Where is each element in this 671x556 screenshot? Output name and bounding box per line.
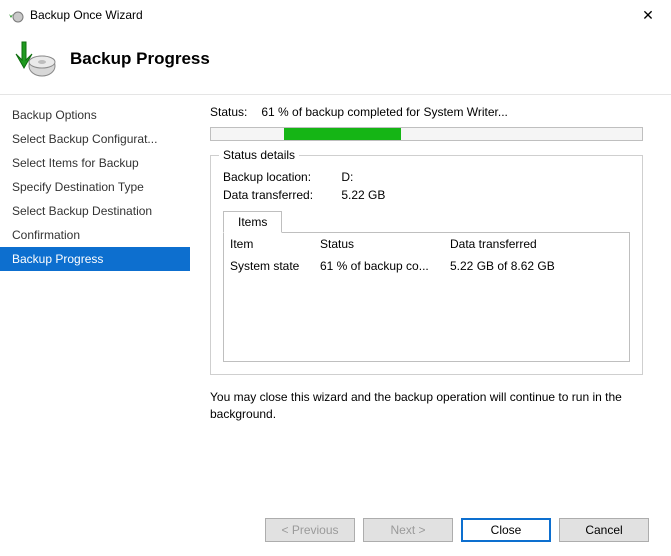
page-title: Backup Progress <box>70 49 210 69</box>
data-transferred-value: 5.22 GB <box>341 188 385 202</box>
cancel-button[interactable]: Cancel <box>559 518 649 542</box>
col-data-transferred: Data transferred <box>450 237 623 251</box>
backup-location-label: Backup location: <box>223 170 338 184</box>
cell-status: 61 % of backup co... <box>320 259 450 273</box>
col-item: Item <box>230 237 320 251</box>
close-button[interactable]: Close <box>461 518 551 542</box>
window-title: Backup Once Wizard <box>30 8 633 22</box>
backup-location-value: D: <box>341 170 353 184</box>
backup-large-icon <box>14 38 56 80</box>
cell-transferred: 5.22 GB of 8.62 GB <box>450 259 623 273</box>
step-select-configuration: Select Backup Configurat... <box>0 127 190 151</box>
step-backup-progress: Backup Progress <box>0 247 190 271</box>
grid-header: Item Status Data transferred <box>224 233 629 255</box>
step-destination-type: Specify Destination Type <box>0 175 190 199</box>
content-pane: Status: 61 % of backup completed for Sys… <box>190 95 671 423</box>
step-confirmation: Confirmation <box>0 223 190 247</box>
status-details-legend: Status details <box>219 148 299 162</box>
tab-items[interactable]: Items <box>223 211 282 233</box>
previous-button: < Previous <box>265 518 355 542</box>
close-icon[interactable]: ✕ <box>633 7 663 24</box>
backup-wizard-icon <box>8 7 24 23</box>
step-select-destination: Select Backup Destination <box>0 199 190 223</box>
cell-item: System state <box>230 259 320 273</box>
status-line: Status: 61 % of backup completed for Sys… <box>210 105 643 119</box>
step-select-items: Select Items for Backup <box>0 151 190 175</box>
progress-bar <box>210 127 643 141</box>
wizard-steps: Backup Options Select Backup Configurat.… <box>0 95 190 423</box>
progress-chunk <box>284 128 400 140</box>
status-text: 61 % of backup completed for System Writ… <box>261 105 508 119</box>
status-label: Status: <box>210 105 258 119</box>
wizard-header: Backup Progress <box>0 30 671 94</box>
status-details-group: Status details Backup location: D: Data … <box>210 155 643 375</box>
step-backup-options: Backup Options <box>0 103 190 127</box>
col-status: Status <box>320 237 450 251</box>
titlebar: Backup Once Wizard ✕ <box>0 0 671 30</box>
wizard-buttons: < Previous Next > Close Cancel <box>265 518 649 542</box>
items-grid: Item Status Data transferred System stat… <box>223 232 630 362</box>
hint-text: You may close this wizard and the backup… <box>210 389 643 423</box>
data-transferred-label: Data transferred: <box>223 188 338 202</box>
next-button: Next > <box>363 518 453 542</box>
table-row: System state 61 % of backup co... 5.22 G… <box>224 255 629 277</box>
